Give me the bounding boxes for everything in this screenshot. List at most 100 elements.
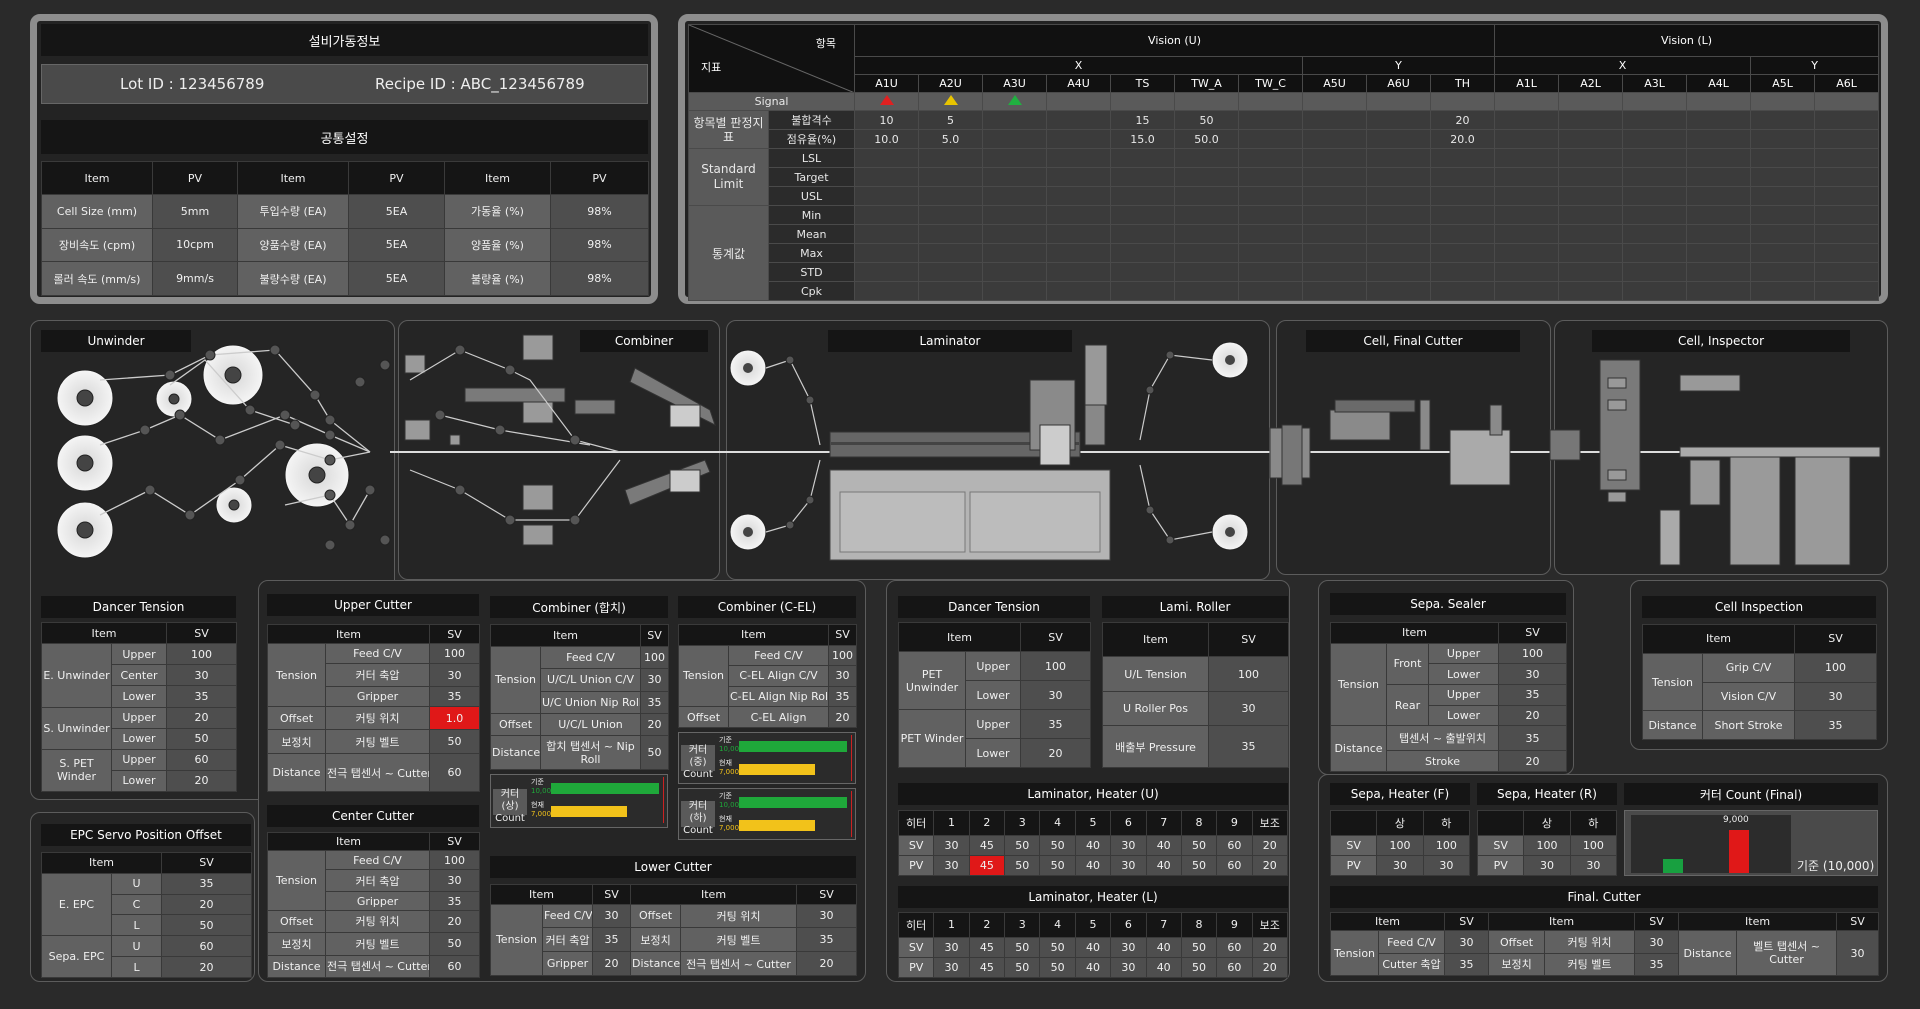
sub-label: C-EL Align C/V (727, 665, 830, 687)
defect-count-cell: 10 (854, 110, 919, 130)
vision-u-header: Vision (U) (853, 24, 1496, 57)
signal-cell (854, 92, 919, 111)
value: 30 (1498, 663, 1568, 685)
stat-cell (1110, 243, 1175, 263)
stat-cell (982, 186, 1047, 206)
defect-rate-cell (1494, 129, 1560, 149)
row-group: Tension (267, 850, 326, 911)
defect-count-cell (1622, 110, 1688, 130)
col-header: PV (152, 161, 238, 195)
vision-l-header: Vision (L) (1494, 24, 1880, 57)
heater-cell: 4 (1039, 810, 1076, 836)
value: 100 (429, 643, 481, 664)
defect-rate-cell (1814, 129, 1880, 149)
heater-row-label: PV (897, 956, 935, 979)
value: 35 (429, 686, 481, 707)
stat-cell (1750, 243, 1816, 263)
upper-cutter-title: Upper Cutter (267, 594, 479, 616)
limit-line (663, 777, 664, 823)
cell: 장비속도 (cpm) (41, 227, 153, 263)
stat-cell (854, 148, 919, 168)
count-mini-label: 현재 7,000 (719, 759, 739, 777)
stat-cell (1622, 281, 1688, 301)
vision-col-header: A5L (1750, 74, 1816, 93)
row-group: Offset (490, 712, 541, 737)
stat-cell (1238, 167, 1303, 187)
count-bar-area: 9,000 (1631, 815, 1791, 873)
count-bar (551, 806, 627, 817)
sub-label: 커팅 위치 (680, 903, 798, 929)
signal-cell (1429, 92, 1496, 111)
sub-label: Lower (964, 680, 1022, 710)
corner-bottom-label: 지표 (701, 61, 722, 74)
stat-cell (1429, 281, 1496, 301)
sub-label: Center (110, 664, 168, 687)
row-group: Tension (1330, 642, 1387, 727)
lot-recipe-bar: Lot ID : 123456789 Recipe ID : ABC_12345… (41, 64, 648, 104)
heater-cell: 30 (1110, 854, 1147, 877)
heater-cell: 30 (933, 936, 970, 958)
stat-cell (1238, 224, 1303, 244)
value: 30 (429, 662, 481, 688)
stat-cell (1429, 262, 1496, 282)
count-label: 커터(상) Count (493, 789, 527, 824)
value: 30 (1794, 681, 1878, 712)
defect-count-cell (1046, 110, 1111, 130)
value: 100 (1422, 834, 1471, 856)
dancer-tension2-title: Dancer Tension (898, 596, 1090, 618)
cell: 98% (550, 261, 649, 296)
sepa-sealer-title: Sepa. Sealer (1330, 593, 1566, 615)
heater-cell: 40 (1074, 854, 1112, 877)
stat-cell (1366, 224, 1431, 244)
sub-label: Gripper (324, 686, 431, 707)
value: 100 (1020, 651, 1092, 681)
sub-label: Upper (110, 748, 168, 771)
stat-cell (1174, 148, 1239, 168)
stat-cell (1429, 205, 1496, 225)
value: 35 (1634, 952, 1680, 977)
value: 30 (1376, 854, 1424, 877)
stat-cell (1366, 205, 1431, 225)
stat-cell (1110, 148, 1175, 168)
combiner-hapchi-title: Combiner (합치) (490, 596, 668, 618)
stat-cell (1622, 148, 1688, 168)
mini-value: 7,000 (719, 824, 740, 832)
signal-cell (1814, 92, 1880, 111)
col-header: Item (630, 884, 798, 905)
heater-cell: 7 (1145, 912, 1182, 938)
stat-cell (1429, 186, 1496, 206)
heater-cell: 60 (1216, 956, 1253, 979)
defect-rate-cell (1622, 129, 1688, 149)
col-header (1476, 810, 1525, 836)
sub-label: U/C/L Union (539, 712, 642, 737)
heater-cell: 50 (1180, 854, 1218, 877)
stat-cell (1366, 167, 1431, 187)
defect-count-cell (982, 110, 1047, 130)
stat-cell (1686, 186, 1752, 206)
value: 35 (166, 685, 238, 708)
heater-cell: 40 (1145, 834, 1182, 856)
col-header: SV (1794, 624, 1878, 654)
defect-count-cell: 20 (1429, 110, 1496, 130)
cutter-count-final-chart: 9,000 기준 (10,000) (1624, 810, 1878, 876)
stat-cell (854, 186, 919, 206)
row-group: S. PET Winder (41, 748, 112, 793)
signal-cell (1302, 92, 1367, 111)
row-group: Tension (267, 643, 326, 707)
defect-rate-cell (1366, 129, 1431, 149)
heater-u-title: Laminator, Heater (U) (898, 783, 1288, 805)
stat-cell (1494, 205, 1560, 225)
cell: 5EA (348, 261, 445, 296)
row-group: E. EPC (41, 872, 112, 937)
stat-cell (1750, 167, 1816, 187)
row-group: S. Unwinder (41, 706, 112, 750)
vision-col-header: A4L (1686, 74, 1752, 93)
heater-cell: 60 (1216, 854, 1253, 877)
stat-cell (1238, 205, 1303, 225)
stat-cell (1494, 186, 1560, 206)
heater-cell: 40 (1145, 956, 1182, 979)
row-group: Sepa. EPC (41, 935, 112, 978)
sub-label: Feed C/V (727, 644, 830, 667)
stat-cell (1110, 167, 1175, 187)
sub-label: Upper (110, 706, 168, 729)
